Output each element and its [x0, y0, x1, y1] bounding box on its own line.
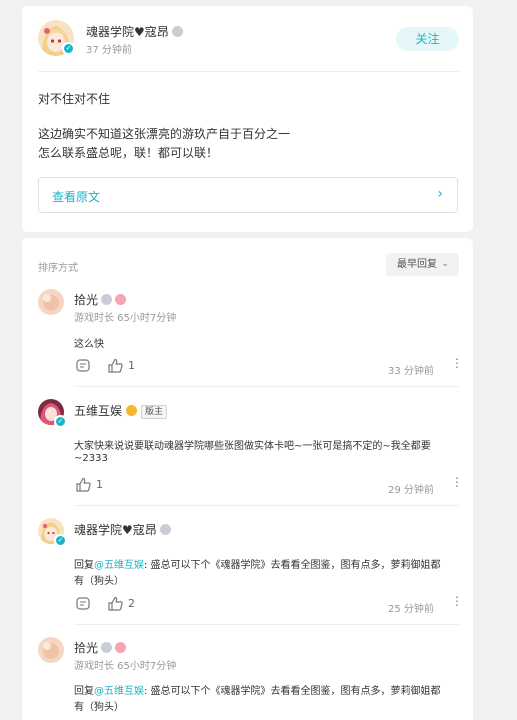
- more-options-icon[interactable]: ⋮: [451, 357, 463, 369]
- header-divider: [38, 71, 459, 72]
- chevron-right-icon: ›: [437, 186, 443, 202]
- commenter-name[interactable]: 五维互娱 版主: [74, 402, 168, 419]
- mention-link[interactable]: @五维互娱: [94, 686, 144, 697]
- post-line-3: 这边确实不知道这张漂亮的游玖产自于百分之一: [38, 127, 291, 141]
- comment-divider: [74, 505, 459, 506]
- commenter-name-text: 拾光: [74, 293, 99, 307]
- commenter-name[interactable]: 魂器学院♥寇昂: [74, 521, 171, 538]
- post-time: 37 分钟前: [86, 45, 132, 56]
- reply-prefix: 回复: [74, 686, 94, 697]
- author-name-text: 魂器学院♥寇昂: [86, 25, 169, 39]
- comment-time: 33 分钟前: [388, 366, 434, 377]
- moderator-badge: 版主: [141, 405, 168, 419]
- comment-text-line-1: 回复@五维互娱: 盛总可以下个《魂器学院》去看看全图鉴，图有点多，萝莉御姐都: [74, 682, 441, 697]
- comment-text-line-1: 大家快来说说要联动魂器学院哪些张图做实体卡吧~一张可是搞不定的~我全都要: [74, 441, 431, 452]
- comment-text-line-2: ~2333: [74, 453, 108, 464]
- view-original-link[interactable]: 查看原文 ›: [38, 177, 458, 213]
- like-icon[interactable]: [76, 477, 91, 492]
- heart-badge-icon: [115, 642, 127, 653]
- comment-text-line-2: 有（狗头）: [74, 702, 124, 713]
- mention-link[interactable]: @五维互娱: [94, 560, 144, 571]
- commenter-name-text: 拾光: [74, 641, 99, 655]
- playtime: 游戏时长 65小时7分钟: [74, 661, 177, 672]
- peach-avatar-icon: [38, 289, 64, 315]
- sort-label: 排序方式: [38, 263, 78, 274]
- more-options-icon[interactable]: ⋮: [451, 595, 463, 607]
- post-line-1: 对不住对不住: [38, 92, 111, 106]
- like-icon[interactable]: [108, 596, 123, 611]
- more-options-icon[interactable]: ⋮: [451, 476, 463, 488]
- heart-badge-icon: [115, 294, 127, 305]
- reply-icon[interactable]: [76, 597, 90, 611]
- comment-divider: [74, 624, 459, 625]
- level-icon: [101, 294, 113, 305]
- commenter-name-text: 五维互娱: [74, 404, 123, 418]
- post-card: ✓ 魂器学院♥寇昂 37 分钟前 关注 对不住对不住 这边确实不知道这张漂亮的游…: [22, 6, 473, 232]
- reply-text: : 盛总可以下个《魂器学院》去看看全图鉴，图有点多，萝莉御姐都: [144, 560, 441, 571]
- comment-text: 这么快: [74, 339, 104, 350]
- playtime: 游戏时长 65小时7分钟: [74, 313, 177, 324]
- commenter-name-text: 魂器学院♥寇昂: [74, 523, 157, 537]
- view-original-label: 查看原文: [52, 190, 101, 204]
- comment-divider: [74, 386, 459, 387]
- like-count: 1: [96, 478, 103, 491]
- comments-card: 排序方式 最早回复 ⌄ 拾光 游戏时长 65小时7分钟 这么快 1 33 分钟前…: [22, 238, 473, 720]
- level-icon: [171, 26, 183, 37]
- reply-text: : 盛总可以下个《魂器学院》去看看全图鉴，图有点多，萝莉御姐都: [144, 686, 441, 697]
- peach-avatar-icon: [38, 637, 64, 663]
- post-line-4: 怎么联系盛总呢，联！都可以联！: [38, 146, 219, 160]
- commenter-avatar[interactable]: [38, 637, 64, 663]
- level-icon: [101, 642, 113, 653]
- comment-text-line-1: 回复@五维互娱: 盛总可以下个《魂器学院》去看看全图鉴，图有点多，萝莉御姐都: [74, 556, 441, 571]
- comment-time: 25 分钟前: [388, 604, 434, 615]
- verified-icon: ✓: [54, 415, 67, 428]
- like-count: 1: [128, 359, 135, 372]
- sort-value: 最早回复: [397, 259, 437, 270]
- sort-dropdown[interactable]: 最早回复 ⌄: [386, 253, 459, 276]
- commenter-avatar[interactable]: [38, 289, 64, 315]
- chevron-down-icon: ⌄: [441, 259, 449, 269]
- level-icon: [159, 524, 171, 535]
- reply-prefix: 回复: [74, 560, 94, 571]
- like-icon[interactable]: [108, 358, 123, 373]
- author-name[interactable]: 魂器学院♥寇昂: [86, 23, 183, 40]
- verified-icon: ✓: [54, 534, 67, 547]
- reply-icon[interactable]: [76, 359, 90, 373]
- medal-icon: [126, 405, 138, 416]
- verified-icon: ✓: [62, 42, 75, 55]
- commenter-name[interactable]: 拾光: [74, 291, 127, 308]
- follow-button[interactable]: 关注: [396, 27, 459, 51]
- like-count: 2: [128, 597, 135, 610]
- comment-text-line-2: 有（狗头）: [74, 576, 124, 587]
- comment-time: 29 分钟前: [388, 485, 434, 496]
- commenter-name[interactable]: 拾光: [74, 639, 127, 656]
